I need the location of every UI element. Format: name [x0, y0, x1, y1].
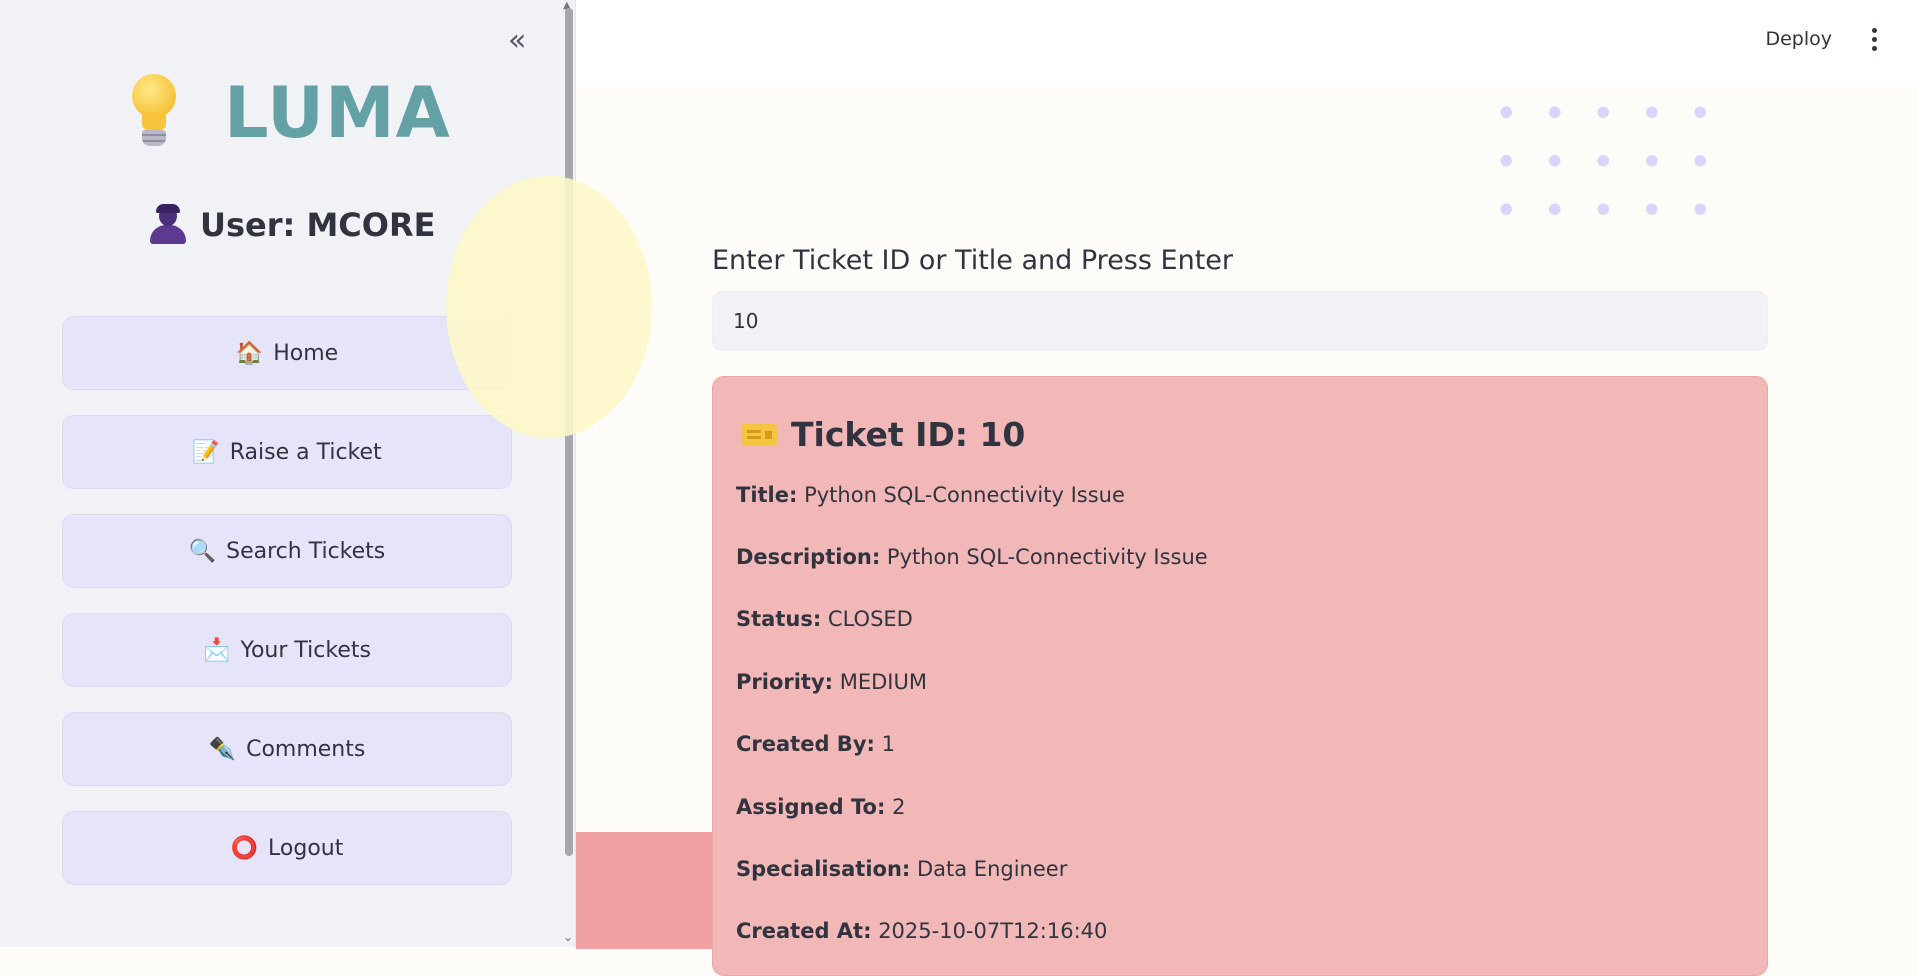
field-label: Created At: — [736, 919, 872, 943]
lightbulb-icon — [130, 74, 178, 152]
ticket-field-created-by: Created By: 1 — [736, 732, 895, 756]
ticket-card: Ticket ID: 10 Title: Python SQL-Connecti… — [712, 376, 1768, 976]
ticket-search-input[interactable] — [712, 291, 1768, 351]
field-value: MEDIUM — [839, 670, 927, 694]
ticket-field-status: Status: CLOSED — [736, 607, 913, 631]
decorative-circle — [446, 176, 652, 438]
brand-title: LUMA — [224, 72, 451, 154]
memo-icon: 📝 — [192, 439, 220, 465]
user-info: User: MCORE — [150, 204, 436, 244]
collapse-sidebar-button[interactable]: « — [508, 26, 526, 56]
search-tickets-button[interactable]: 🔍 Search Tickets — [62, 514, 512, 588]
field-label: Assigned To: — [736, 795, 886, 819]
user-silhouette-icon — [150, 204, 186, 244]
field-value: Python SQL-Connectivity Issue — [886, 545, 1208, 569]
sidebar-nav: 🏠 Home 📝 Raise a Ticket 🔍 Search Tickets… — [62, 316, 512, 910]
fountain-pen-icon: ✒️ — [208, 736, 237, 762]
field-value: Data Engineer — [916, 857, 1068, 881]
decorative-dot-grid — [1482, 88, 1742, 248]
field-value: 1 — [881, 732, 895, 756]
field-label: Title: — [736, 483, 798, 507]
ticket-field-created-at: Created At: 2025-10-07T12:16:40 — [736, 919, 1107, 943]
field-label: Created By: — [736, 732, 875, 756]
logout-button-label: Logout — [268, 835, 344, 861]
ticket-field-specialisation: Specialisation: Data Engineer — [736, 857, 1067, 881]
ticket-icon — [741, 423, 777, 446]
magnifier-icon: 🔍 — [188, 538, 217, 564]
your-tickets-button[interactable]: 📩 Your Tickets — [62, 613, 512, 687]
app-header: Deploy — [576, 0, 1918, 86]
raise-ticket-button[interactable]: 📝 Raise a Ticket — [62, 415, 512, 489]
comments-button-label: Comments — [246, 736, 366, 762]
field-value: Python SQL-Connectivity Issue — [804, 483, 1125, 507]
circle-icon: ⭕ — [230, 835, 259, 861]
deploy-button[interactable]: Deploy — [1765, 28, 1832, 50]
search-tickets-button-label: Search Tickets — [226, 538, 386, 564]
inbox-envelope-icon: 📩 — [203, 637, 231, 663]
field-value: 2 — [892, 795, 906, 819]
your-tickets-button-label: Your Tickets — [240, 637, 371, 663]
sidebar: « LUMA User: MCORE 🏠 Home 📝 Raise a Tick… — [0, 0, 576, 947]
user-label: User: MCORE — [200, 206, 436, 244]
house-icon: 🏠 — [235, 340, 264, 366]
brand: LUMA — [130, 68, 451, 158]
search-label: Enter Ticket ID or Title and Press Enter — [712, 245, 1233, 276]
comments-button[interactable]: ✒️ Comments — [62, 712, 512, 786]
ticket-card-title: Ticket ID: 10 — [741, 415, 1025, 454]
home-button-label: Home — [273, 340, 339, 366]
decorative-block — [576, 832, 716, 949]
field-value: CLOSED — [827, 607, 913, 631]
logout-button[interactable]: ⭕ Logout — [62, 811, 512, 885]
ticket-field-assigned-to: Assigned To: 2 — [736, 795, 905, 819]
ticket-id-heading: Ticket ID: 10 — [791, 415, 1026, 454]
kebab-menu-icon[interactable] — [1872, 28, 1878, 51]
field-label: Specialisation: — [736, 857, 911, 881]
field-value: 2025-10-07T12:16:40 — [878, 919, 1108, 943]
ticket-field-title: Title: Python SQL-Connectivity Issue — [736, 483, 1125, 507]
ticket-field-description: Description: Python SQL-Connectivity Iss… — [736, 545, 1208, 569]
field-label: Description: — [736, 545, 881, 569]
scroll-down-arrow-icon[interactable]: ⌄ — [563, 930, 573, 944]
field-label: Status: — [736, 607, 822, 631]
home-button[interactable]: 🏠 Home — [62, 316, 512, 390]
raise-ticket-button-label: Raise a Ticket — [229, 439, 382, 465]
ticket-field-priority: Priority: MEDIUM — [736, 670, 927, 694]
field-label: Priority: — [736, 670, 834, 694]
